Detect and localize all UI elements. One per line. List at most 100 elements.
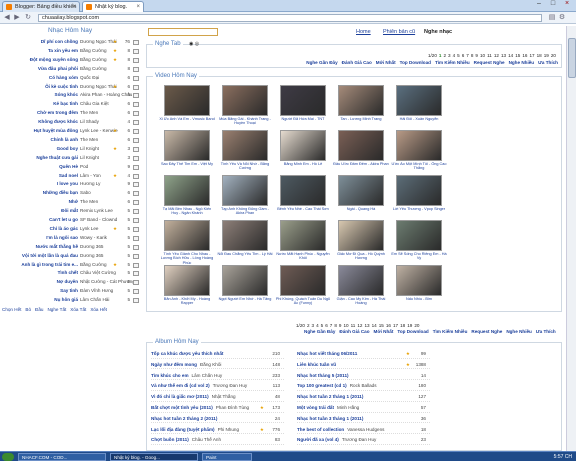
video-thumbnail[interactable] <box>280 265 326 296</box>
checkbox[interactable] <box>133 111 139 117</box>
video-thumbnail[interactable] <box>396 265 442 296</box>
song-title[interactable]: Nhớ <box>69 198 78 206</box>
close-window-icon[interactable]: × <box>560 0 574 9</box>
page-link[interactable]: 11 <box>487 53 492 58</box>
song-title[interactable]: Nghe thuật cưa gái <box>36 154 78 162</box>
page-link[interactable]: 7 <box>466 53 469 58</box>
page-link[interactable]: 8 <box>334 323 337 328</box>
tab-link[interactable]: Tìm Kiếm Nhiều <box>433 329 468 334</box>
list-item[interactable]: Vội tới một lần là quá đau Dương 365 5 <box>0 252 146 260</box>
list-item[interactable]: Có hàng xóm Quốc Đại 6 <box>0 74 146 82</box>
checkbox[interactable] <box>133 209 139 215</box>
song-title[interactable]: Can't let u go <box>49 216 78 224</box>
tab-link[interactable]: Nghe Gần Đây <box>304 329 335 334</box>
tab-link[interactable]: Top Download <box>397 329 428 334</box>
video-item[interactable]: Lời Yêu Thương - Vpop Singer <box>391 175 447 221</box>
video-item[interactable]: Đâu Ước Đâm Đêm - Akira Phan <box>333 130 389 176</box>
forward-icon[interactable]: ▶ <box>13 14 21 22</box>
checkbox[interactable] <box>133 146 139 152</box>
video-item[interactable]: Nỗi Đau Chẳng Yêu Tim - Lý Hải <box>217 220 273 266</box>
video-item[interactable]: Tan - Lương Minh Trang <box>333 85 389 131</box>
video-item[interactable]: Giận - Cao My Kim - Hà Thái Hoàng <box>333 265 389 311</box>
checkbox[interactable] <box>133 298 139 304</box>
page-link[interactable]: 1 <box>439 53 442 58</box>
video-caption[interactable]: Đâu Ước Đâm Đêm - Akira Phan <box>333 162 389 166</box>
video-caption[interactable]: Tạ Mãi Bền Nhau - Ngô Kiến Huy - Ngân Kh… <box>159 207 215 216</box>
video-item[interactable]: Tình Yêu Giành Cho Nhau - Lương Bích Hữu… <box>159 220 215 266</box>
album-row[interactable]: Một vòng trái đất Minh Hằng 57 <box>297 403 430 413</box>
song-title[interactable]: Không được khóc <box>38 118 78 126</box>
list-item[interactable]: I'm là ngôi sao Wowy - Karik 5 <box>0 234 146 242</box>
album-title[interactable]: Tốp ca khúc được yêu thích nhất <box>151 351 223 356</box>
page-link[interactable]: 7 <box>330 323 333 328</box>
page-link[interactable]: 15 <box>515 53 520 58</box>
page-link[interactable]: 20 <box>551 53 556 58</box>
video-thumbnail[interactable] <box>222 175 268 206</box>
album-title[interactable]: Nhạc hot tuần 3 tháng 1 (2011) <box>297 416 363 421</box>
song-title[interactable]: Chính là anh <box>50 136 78 144</box>
nav-old-version[interactable]: Phiên bản cũ <box>383 29 415 35</box>
wrench-icon[interactable]: ⚙ <box>558 14 566 22</box>
video-thumbnail[interactable] <box>280 175 326 206</box>
checkbox[interactable] <box>133 120 139 126</box>
page-link[interactable]: 16 <box>522 53 527 58</box>
page-link[interactable]: 18 <box>537 53 542 58</box>
tab-link[interactable]: Mới Nhất <box>374 329 394 334</box>
album-title[interactable]: Bất chợt một tình yêu (2011) <box>151 405 213 410</box>
video-item[interactable]: Phi Khúng, Quách Tuấn Du Ngũ Ác (Funny) <box>275 265 331 311</box>
list-item[interactable]: Hụt huyệt mùa đông Lynk Lee - Kenwie 6 ★ <box>0 127 146 135</box>
song-title[interactable]: Sad noel <box>59 172 78 180</box>
video-thumbnail[interactable] <box>396 175 442 206</box>
song-title[interactable]: Kẻ bạc tình <box>53 100 78 108</box>
checkbox[interactable] <box>133 84 139 90</box>
album-row[interactable]: Nhạc hot tuần 2 tháng 1 (2011) 127 <box>297 392 430 402</box>
page-link[interactable]: 13 <box>501 53 506 58</box>
url-field[interactable]: chuaaiiay.blogspot.com <box>38 14 542 22</box>
list-item[interactable]: Vừa đâu phai phôi Bằng Cường 8 <box>0 65 146 73</box>
video-thumbnail[interactable] <box>222 265 268 296</box>
video-thumbnail[interactable] <box>396 130 442 161</box>
page-link[interactable]: 3 <box>448 53 451 58</box>
list-item[interactable]: Kẻ bạc tình Châu Gia Kiệt 6 <box>0 100 146 108</box>
list-item[interactable]: Nước mắt thằng hề Dương 365 5 <box>0 243 146 251</box>
album-row[interactable]: Tốp ca khúc được yêu thích nhất 210 <box>151 349 284 359</box>
song-title[interactable]: Good boy <box>57 145 78 153</box>
scrollbar-thumb[interactable] <box>568 38 576 78</box>
back-icon[interactable]: ◀ <box>3 14 11 22</box>
checkbox[interactable] <box>133 280 139 286</box>
sidebar-footer-link[interactable]: Xóa Tất <box>70 307 86 312</box>
page-link[interactable]: 9 <box>339 323 342 328</box>
tab-link[interactable]: Nghe Nhiều <box>506 329 532 334</box>
list-item[interactable]: Sóng khóc Akira Phan - Hoàng Châu 6 <box>0 91 146 99</box>
page-link[interactable]: 11 <box>351 323 356 328</box>
page-link[interactable]: 19 <box>544 53 549 58</box>
song-title[interactable]: Có hàng xóm <box>49 74 78 82</box>
song-title[interactable]: Tình chết <box>58 269 78 277</box>
video-item[interactable]: Múa Bằng Gái - Khánh Trang - Huyền Thoại <box>217 85 273 131</box>
album-title[interactable]: Và như thế em đi (cd vol 2) <box>151 383 210 388</box>
album-title[interactable]: Ngày như đêm mong <box>151 362 197 367</box>
tab-link[interactable]: Ưa Thích <box>538 60 558 65</box>
album-title[interactable]: Top 100 greatest (cd 1) <box>297 383 347 388</box>
video-caption[interactable]: Nấu Nhìu - Bim <box>391 297 447 301</box>
page-link[interactable]: 20 <box>414 323 419 328</box>
album-title[interactable]: Chợt buồn (2011) <box>151 437 189 442</box>
video-thumbnail[interactable] <box>338 85 384 116</box>
list-item[interactable]: Say tình Đàm Vĩnh Hưng 5 <box>0 287 146 295</box>
album-row[interactable]: Ngày như đêm mong Đằng Khôi 148 <box>151 360 284 370</box>
song-title[interactable]: Những điều bạn <box>43 189 78 197</box>
list-item[interactable]: Nhớ The Men 6 <box>0 198 146 206</box>
song-title[interactable]: Sóng khóc <box>55 91 78 99</box>
maximize-icon[interactable]: □ <box>546 0 560 9</box>
list-item[interactable]: Anh là gì trong trái tim e... Bằng Cường 5… <box>0 261 146 269</box>
nav-music[interactable]: Nghe nhạc <box>424 29 452 35</box>
video-thumbnail[interactable] <box>338 220 384 251</box>
video-thumbnail[interactable] <box>280 220 326 251</box>
song-title[interactable]: Chỉ là áo gác <box>50 225 78 233</box>
checkbox[interactable] <box>133 48 139 54</box>
song-title[interactable]: Nước mắt thằng hề <box>36 243 78 251</box>
tab-link[interactable]: Ưa Thích <box>536 329 556 334</box>
list-item[interactable]: Chỉ là áo gác Lynk Lee 5 ★ <box>0 225 146 233</box>
video-thumbnail[interactable] <box>164 85 210 116</box>
checkbox[interactable] <box>133 182 139 188</box>
